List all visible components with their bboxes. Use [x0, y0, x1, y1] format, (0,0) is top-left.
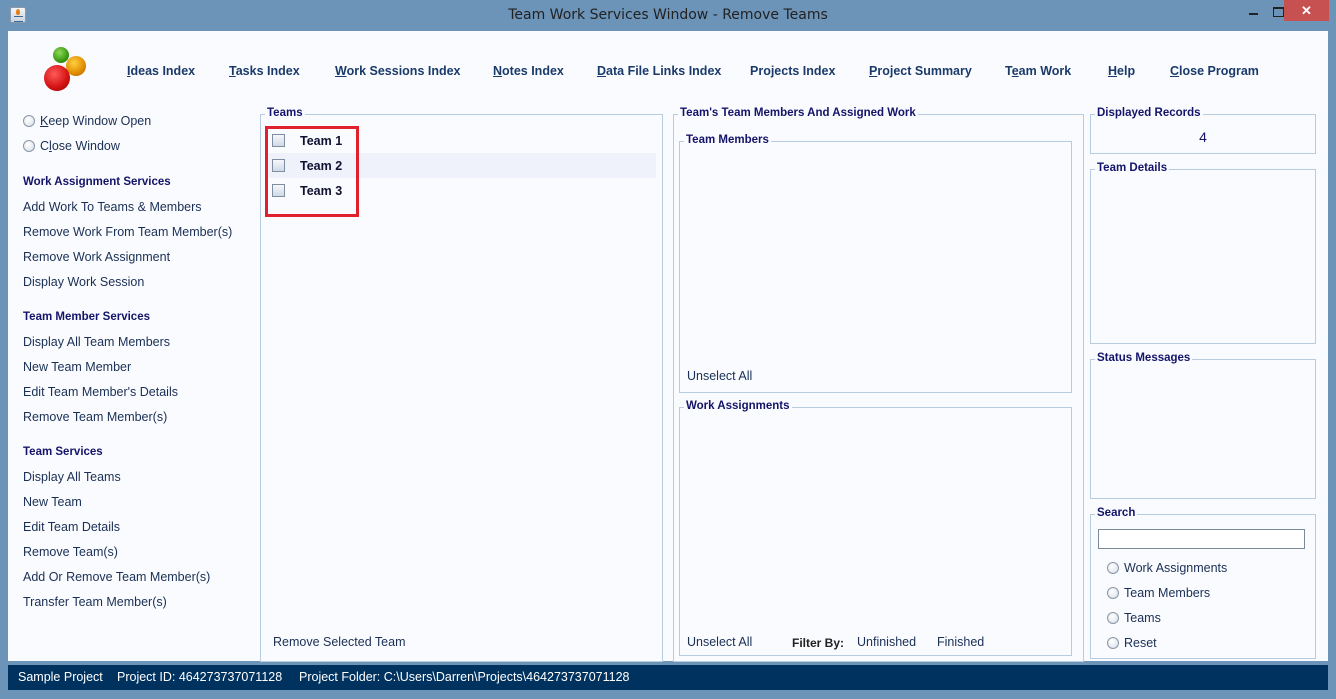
sidebar-item-edit-member[interactable]: Edit Team Member's Details — [23, 385, 178, 399]
status-messages-panel: Status Messages — [1090, 352, 1316, 499]
sidebar-item-display-all-teams[interactable]: Display All Teams — [23, 470, 121, 484]
members-and-work-title: Team's Team Members And Assigned Work — [678, 107, 918, 119]
sidebar-item-remove-member[interactable]: Remove Team Member(s) — [23, 410, 167, 424]
menu-ideas-index[interactable]: Ideas Index — [127, 64, 195, 78]
sidebar-item-transfer-members[interactable]: Transfer Team Member(s) — [23, 595, 167, 609]
title-bar[interactable]: Team Work Services Window - Remove Teams… — [0, 0, 1336, 31]
menu-team-work[interactable]: Team Work — [1005, 64, 1071, 78]
search-teams-radio[interactable]: Teams — [1107, 611, 1161, 625]
radio-button-icon[interactable] — [23, 140, 35, 152]
work-assignments-title: Work Assignments — [684, 400, 792, 412]
teams-panel-title: Teams — [265, 107, 305, 119]
sidebar-item-add-work[interactable]: Add Work To Teams & Members — [23, 200, 202, 214]
search-team-members-radio[interactable]: Team Members — [1107, 586, 1210, 600]
displayed-records-title: Displayed Records — [1095, 107, 1203, 119]
team-members-title: Team Members — [684, 134, 771, 146]
displayed-records-panel: Displayed Records 4 — [1090, 107, 1316, 154]
sidebar-item-remove-teams[interactable]: Remove Team(s) — [23, 545, 118, 559]
status-messages-title: Status Messages — [1095, 352, 1193, 364]
minimize-button[interactable] — [1240, 0, 1268, 21]
close-window-radio[interactable]: Cl ose Window — [23, 139, 120, 153]
search-work-assignments-radio[interactable]: Work Assignments — [1107, 561, 1227, 575]
radio-button-icon[interactable] — [23, 115, 35, 127]
remove-selected-team-button[interactable]: Remove Selected Team — [273, 635, 405, 649]
filter-finished-button[interactable]: Finished — [937, 635, 984, 649]
status-bar: Sample Project Project ID: 4642737370711… — [8, 665, 1328, 690]
menu-tasks-index[interactable]: Tasks Index — [229, 64, 300, 78]
sidebar-item-new-member[interactable]: New Team Member — [23, 360, 131, 374]
menu-project-summary[interactable]: Project Summary — [869, 64, 972, 78]
red-ball-icon — [44, 65, 70, 91]
team-services-heading: Team Services — [23, 446, 103, 458]
search-input[interactable] — [1098, 529, 1305, 549]
main-window-content: Ideas Index Tasks Index Work Sessions In… — [8, 31, 1328, 662]
sidebar-item-edit-team[interactable]: Edit Team Details — [23, 520, 120, 534]
sidebar-item-display-work-session[interactable]: Display Work Session — [23, 275, 144, 289]
filter-unfinished-button[interactable]: Unfinished — [857, 635, 916, 649]
team-details-title: Team Details — [1095, 162, 1170, 174]
menu-help[interactable]: Help — [1108, 64, 1135, 78]
displayed-records-count: 4 — [1199, 129, 1207, 145]
app-logo-icon — [44, 45, 94, 95]
sidebar-item-remove-work-from-member[interactable]: Remove Work From Team Member(s) — [23, 225, 232, 239]
menu-close-program[interactable]: Close Program — [1170, 64, 1259, 78]
search-title: Search — [1095, 507, 1138, 519]
search-reset-radio[interactable]: Reset — [1107, 636, 1157, 650]
project-id: Project ID: 464273737071128 — [117, 670, 283, 684]
unselect-all-members-button[interactable]: Unselect All — [687, 369, 752, 383]
close-button[interactable]: ✕ — [1284, 0, 1329, 21]
filter-by-label: Filter By: — [792, 636, 845, 650]
highlight-annotation-box — [265, 126, 359, 217]
sidebar-item-add-remove-members[interactable]: Add Or Remove Team Member(s) — [23, 570, 210, 584]
work-assignments-panel: Work Assignments Unselect All Filter By:… — [679, 400, 1072, 656]
radio-button-icon[interactable] — [1107, 562, 1119, 574]
radio-button-icon[interactable] — [1107, 612, 1119, 624]
radio-button-icon[interactable] — [1107, 637, 1119, 649]
menu-work-sessions-index[interactable]: Work Sessions Index — [335, 64, 461, 78]
window-title: Team Work Services Window - Remove Teams — [508, 7, 828, 23]
project-name: Sample Project — [18, 670, 103, 684]
radio-button-icon[interactable] — [1107, 587, 1119, 599]
search-panel: Search Work Assignments Team Members Tea… — [1090, 507, 1316, 659]
menu-notes-index[interactable]: Notes Index — [493, 64, 564, 78]
team-member-services-heading: Team Member Services — [23, 311, 150, 323]
sidebar-item-remove-work-assignment[interactable]: Remove Work Assignment — [23, 250, 170, 264]
sidebar-item-display-all-members[interactable]: Display All Team Members — [23, 335, 170, 349]
unselect-all-work-button[interactable]: Unselect All — [687, 635, 752, 649]
team-members-panel: Team Members Unselect All — [679, 134, 1072, 393]
team-details-panel: Team Details — [1090, 162, 1316, 344]
menu-data-file-links-index[interactable]: Data File Links Index — [597, 64, 721, 78]
members-and-work-panel: Team's Team Members And Assigned Work Te… — [673, 107, 1084, 662]
project-folder: Project Folder: C:\Users\Darren\Projects… — [299, 670, 630, 684]
menu-projects-index[interactable]: Projects Index — [750, 64, 835, 78]
work-assignment-services-heading: Work Assignment Services — [23, 176, 171, 188]
sidebar-item-new-team[interactable]: New Team — [23, 495, 82, 509]
keep-window-open-radio[interactable]: Keep Window Open — [23, 114, 151, 128]
